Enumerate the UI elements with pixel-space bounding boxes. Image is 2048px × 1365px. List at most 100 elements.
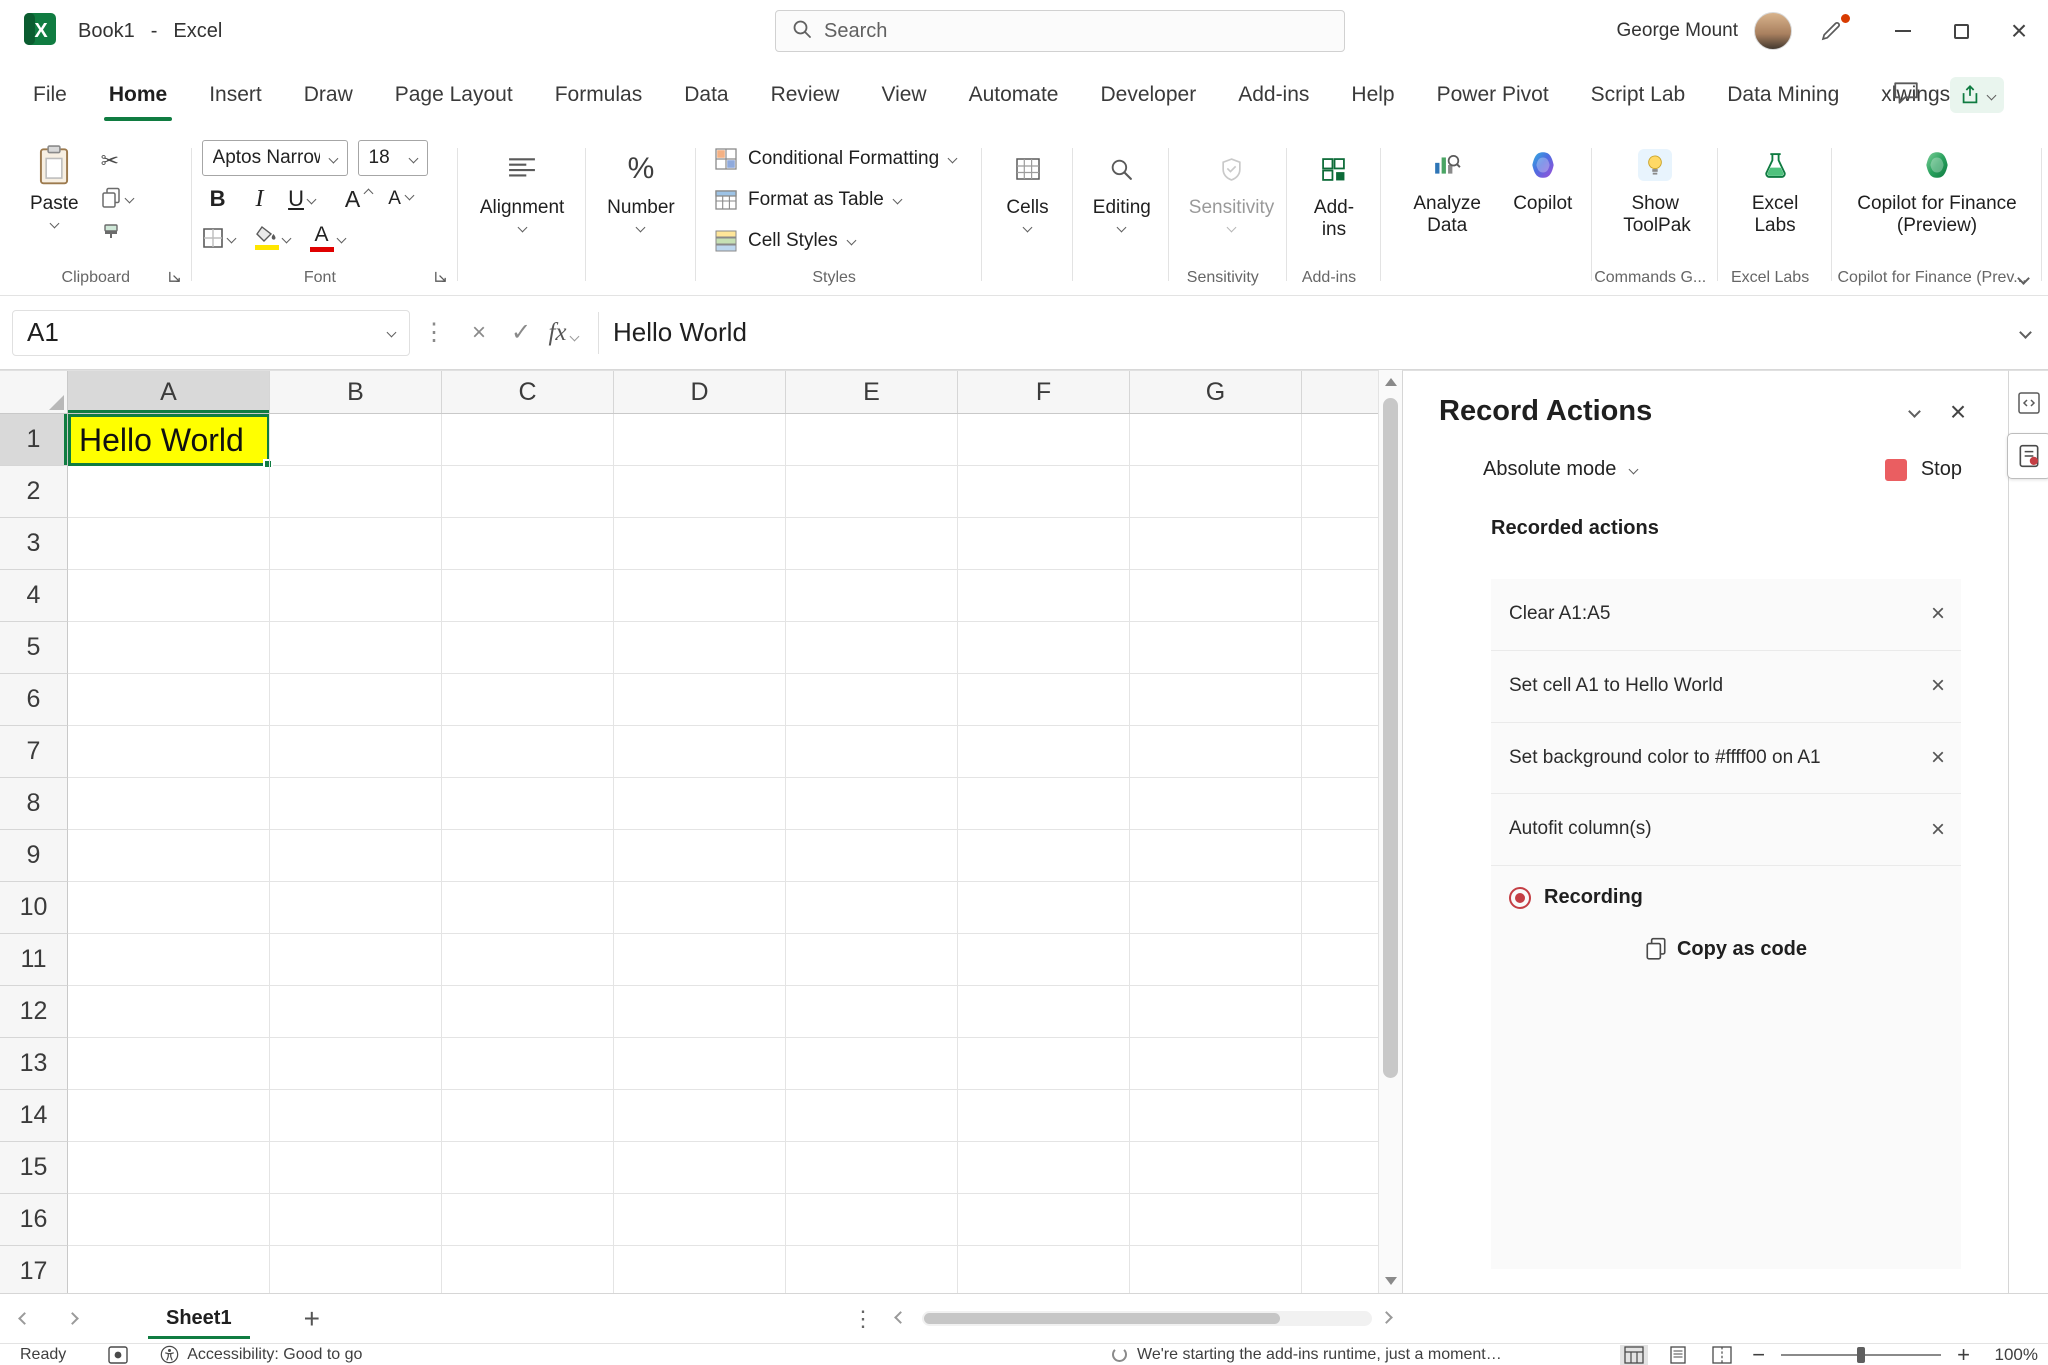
row-header-8[interactable]: 8: [0, 778, 68, 830]
minimize-button[interactable]: [1874, 0, 1932, 62]
number-button[interactable]: % Number: [597, 142, 685, 235]
zoom-out-button[interactable]: −: [1752, 1344, 1765, 1365]
fill-handle[interactable]: [263, 459, 273, 469]
ribbon-tab-formulas[interactable]: Formulas: [534, 62, 664, 128]
paste-button[interactable]: Paste: [20, 138, 89, 231]
horizontal-scroll-thumb[interactable]: [924, 1313, 1280, 1324]
clipboard-dialog-launcher[interactable]: [167, 269, 182, 289]
copy-as-code-button[interactable]: Copy as code: [1491, 919, 1961, 979]
fill-color-button[interactable]: [255, 222, 290, 254]
macro-record-button[interactable]: [108, 1346, 128, 1364]
search-input[interactable]: [824, 20, 1328, 43]
row-header-17[interactable]: 17: [0, 1246, 68, 1293]
row-header-9[interactable]: 9: [0, 830, 68, 882]
font-dialog-launcher[interactable]: [433, 269, 448, 289]
font-size-combo[interactable]: 18: [358, 140, 428, 176]
ribbon-tab-draw[interactable]: Draw: [283, 62, 374, 128]
row-header-1[interactable]: 1: [0, 414, 68, 466]
ribbon-tab-insert[interactable]: Insert: [188, 62, 283, 128]
copilot-finance-button[interactable]: Copilot for Finance (Preview): [1847, 138, 2027, 241]
ribbon-tab-data[interactable]: Data: [663, 62, 749, 128]
ribbon-tab-file[interactable]: File: [12, 62, 88, 128]
decrease-font-button[interactable]: A: [384, 183, 416, 215]
row-header-10[interactable]: 10: [0, 882, 68, 934]
cancel-button[interactable]: ×: [458, 319, 500, 347]
row-header-6[interactable]: 6: [0, 674, 68, 726]
page-break-view-button[interactable]: [1708, 1345, 1736, 1365]
vertical-scroll-thumb[interactable]: [1383, 398, 1398, 1078]
increase-font-button[interactable]: A: [342, 183, 374, 215]
italic-button[interactable]: I: [244, 183, 276, 215]
column-header-f[interactable]: F: [958, 371, 1130, 413]
add-sheet-button[interactable]: +: [304, 1305, 320, 1333]
row-header-5[interactable]: 5: [0, 622, 68, 674]
cells-button[interactable]: Cells: [996, 142, 1058, 235]
remove-action-button[interactable]: ×: [1931, 746, 1945, 770]
maximize-button[interactable]: [1932, 0, 1990, 62]
next-sheet-button[interactable]: [48, 1294, 96, 1343]
font-name-combo[interactable]: Aptos Narrow: [202, 140, 348, 176]
comments-button[interactable]: [1892, 80, 1920, 111]
drag-handle-icon[interactable]: ⋮: [422, 318, 446, 347]
ribbon-tab-developer[interactable]: Developer: [1079, 62, 1217, 128]
row-header-11[interactable]: 11: [0, 934, 68, 986]
vertical-scrollbar[interactable]: [1378, 370, 1402, 1293]
worksheet-grid[interactable]: ABCDEFG 1234567891011121314151617 Hello …: [0, 370, 1378, 1293]
remove-action-button[interactable]: ×: [1931, 818, 1945, 842]
sheet-options-icon[interactable]: ⋮: [852, 1306, 874, 1332]
scroll-down-button[interactable]: [1379, 1269, 1403, 1293]
close-pane-button[interactable]: ×: [1936, 396, 1980, 428]
row-header-16[interactable]: 16: [0, 1194, 68, 1246]
user-name[interactable]: George Mount: [1617, 20, 1738, 42]
alignment-button[interactable]: Alignment: [470, 142, 575, 235]
editing-mode-button[interactable]: [1816, 16, 1846, 46]
mode-dropdown[interactable]: Absolute mode: [1483, 458, 1616, 481]
editing-button[interactable]: Editing: [1083, 142, 1161, 235]
row-header-3[interactable]: 3: [0, 518, 68, 570]
scroll-up-button[interactable]: [1379, 370, 1403, 394]
collapse-pane-button[interactable]: [1892, 407, 1936, 416]
close-button[interactable]: ×: [1990, 0, 2048, 62]
expand-formula-bar-button[interactable]: [2019, 326, 2032, 339]
row-header-12[interactable]: 12: [0, 986, 68, 1038]
select-all-corner[interactable]: [0, 371, 68, 414]
analyze-data-button[interactable]: Analyze Data: [1391, 138, 1503, 241]
share-button[interactable]: [1950, 77, 2004, 113]
avatar[interactable]: [1754, 12, 1792, 50]
ribbon-tab-automate[interactable]: Automate: [948, 62, 1080, 128]
column-header-b[interactable]: B: [270, 371, 442, 413]
font-color-button[interactable]: A: [310, 222, 345, 254]
copy-button[interactable]: [97, 183, 137, 213]
sheet-tab-sheet1[interactable]: Sheet1: [138, 1294, 260, 1343]
enter-button[interactable]: ✓: [500, 318, 542, 347]
ribbon-tab-view[interactable]: View: [860, 62, 947, 128]
column-header-c[interactable]: C: [442, 371, 614, 413]
formula-content[interactable]: Hello World: [613, 317, 747, 348]
ribbon-tab-script-lab[interactable]: Script Lab: [1570, 62, 1707, 128]
insert-function-button[interactable]: fx: [542, 319, 584, 347]
conditional-formatting-button[interactable]: Conditional Formatting: [706, 140, 964, 177]
row-header-13[interactable]: 13: [0, 1038, 68, 1090]
column-header-g[interactable]: G: [1130, 371, 1302, 413]
format-painter-button[interactable]: [97, 220, 137, 250]
zoom-in-button[interactable]: +: [1957, 1344, 1970, 1365]
scroll-left-button[interactable]: [894, 1311, 907, 1324]
previous-sheet-button[interactable]: [0, 1294, 48, 1343]
stop-button[interactable]: Stop: [1885, 458, 1962, 481]
ribbon-tab-page-layout[interactable]: Page Layout: [374, 62, 534, 128]
cell-styles-button[interactable]: Cell Styles: [706, 222, 964, 259]
ribbon-tab-add-ins[interactable]: Add-ins: [1217, 62, 1330, 128]
active-cell-a1[interactable]: Hello World: [68, 414, 270, 466]
show-toolpak-button[interactable]: Show ToolPak: [1613, 138, 1697, 241]
borders-button[interactable]: [202, 222, 235, 254]
name-box[interactable]: A1: [12, 310, 410, 356]
ribbon-tab-help[interactable]: Help: [1330, 62, 1415, 128]
copilot-button[interactable]: Copilot: [1503, 138, 1582, 219]
column-header-d[interactable]: D: [614, 371, 786, 413]
ribbon-tab-home[interactable]: Home: [88, 62, 188, 128]
column-header-a[interactable]: A: [68, 371, 270, 413]
search-box[interactable]: [775, 10, 1345, 52]
ribbon-tab-review[interactable]: Review: [750, 62, 861, 128]
excel-labs-button[interactable]: Excel Labs: [1733, 138, 1817, 241]
column-header-e[interactable]: E: [786, 371, 958, 413]
